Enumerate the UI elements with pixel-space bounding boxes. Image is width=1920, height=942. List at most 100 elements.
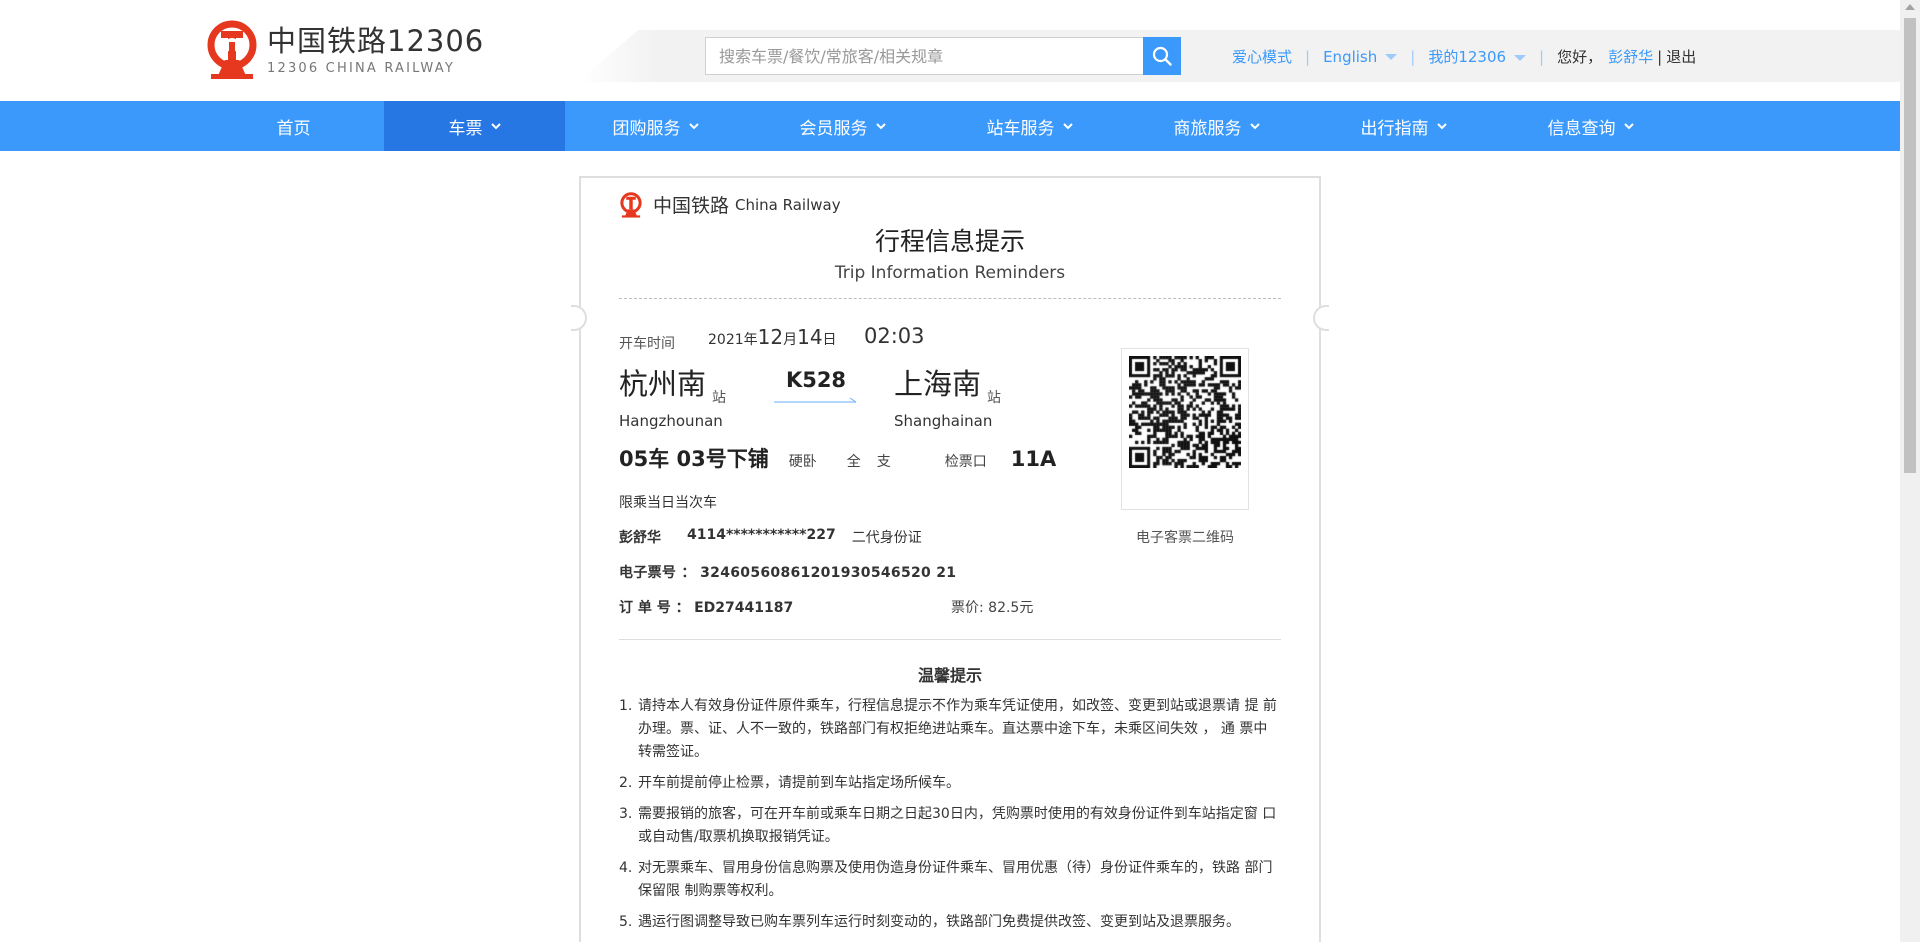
order-label: 订 单 号 ： <box>619 600 690 616</box>
ticket-brand: 中国铁路 China Railway <box>619 191 841 218</box>
site-logo[interactable]: 中国铁路12306 12306 CHINA RAILWAY <box>205 20 484 80</box>
passenger-id-type: 二代身份证 <box>851 530 922 546</box>
qr-code-image <box>1129 356 1241 468</box>
tip-item: 5. 遇运行图调整导致已购车票列车运行时刻变动的，铁路部门免费提供改签、变更到站及… <box>619 911 1283 934</box>
tip-item: 4. 对无票乘车、冒用身份信息购票及使用伪造身份证件乘车、冒用优惠（待）身份证件乘… <box>619 857 1283 903</box>
chevron-down-icon <box>688 123 699 130</box>
nav-item-business-travel[interactable]: 商旅服务 <box>1126 101 1307 151</box>
solid-divider <box>619 639 1281 640</box>
qr-code-frame <box>1121 348 1249 510</box>
nav-item-label: 首页 <box>276 118 311 139</box>
search-button[interactable] <box>1143 37 1181 75</box>
ticket-notch-right <box>1313 305 1329 331</box>
chevron-down-icon <box>490 123 501 130</box>
date-month-unit: 月 <box>783 332 798 348</box>
tip-number: 5. <box>619 914 633 930</box>
passenger-name: 彭舒华 <box>619 530 661 546</box>
fare-type-2: 支 <box>876 454 891 470</box>
from-station-pinyin: Hangzhounan <box>619 412 723 430</box>
scrollbar-thumb[interactable] <box>1904 18 1916 473</box>
gate-number: 11A <box>1010 447 1057 471</box>
price-label: 票价: <box>951 600 984 616</box>
order-number: ED27441187 <box>694 600 794 616</box>
nav-item-station-service[interactable]: 站车服务 <box>939 101 1120 151</box>
chevron-down-icon <box>1623 123 1634 130</box>
nav-item-group-service[interactable]: 团购服务 <box>565 101 746 151</box>
my12306-dropdown[interactable]: 我的12306 <box>1428 46 1527 67</box>
logo-title: 中国铁路12306 <box>267 23 485 58</box>
divider: | <box>1305 47 1311 66</box>
chevron-down-icon <box>1514 54 1527 61</box>
tips-list: 1. 请持本人有效身份证件原件乘车，行程信息提示不作为乘车凭证使用，如改签、变更到… <box>619 695 1283 942</box>
train-number: K528 <box>785 368 847 392</box>
main-nav: 首页 车票 团购服务 会员服务 站车服务 商旅服务 出行指南 信息查询 <box>0 101 1900 151</box>
order-row: 订 单 号 ： ED27441187 <box>619 597 793 617</box>
ticket-subtitle: Trip Information Reminders <box>834 263 1066 283</box>
care-mode-link[interactable]: 爱心模式 <box>1232 46 1292 67</box>
page-scrollbar[interactable] <box>1900 0 1920 942</box>
top-links: 爱心模式 | English | 我的12306 | 您好， 彭舒华 | 退出 <box>1232 46 1696 67</box>
nav-item-label: 商旅服务 <box>1173 118 1242 139</box>
greeting-text: 您好， <box>1557 48 1603 66</box>
ticket-brand-en: China Railway <box>735 195 841 214</box>
trip-info-card: 中国铁路 China Railway 行程信息提示 Trip Informati… <box>571 176 1329 942</box>
to-station: 上海南站 Shanghainan <box>894 361 1001 430</box>
chevron-down-icon <box>1249 123 1260 130</box>
tip-number: 2. <box>619 775 633 791</box>
nav-item-home[interactable]: 首页 <box>203 101 384 151</box>
limit-note: 限乘当日当次车 <box>619 495 717 511</box>
tip-number: 3. <box>619 806 633 822</box>
ticket-brand-cn: 中国铁路 <box>653 195 730 217</box>
nav-item-travel-guide[interactable]: 出行指南 <box>1313 101 1494 151</box>
divider: | <box>1539 47 1545 66</box>
qr-code-label: 电子客票二维码 <box>1136 530 1234 546</box>
nav-item-label: 会员服务 <box>799 118 868 139</box>
fare-type-1: 全 <box>846 454 861 470</box>
eticket-number: 32460560861201930546520 21 <box>700 565 957 581</box>
railway-logo-icon <box>207 20 257 79</box>
date-day-unit: 日 <box>822 332 837 348</box>
from-station-name: 杭州南 <box>619 367 707 401</box>
scroll-up-arrow-icon[interactable] <box>1905 4 1915 10</box>
nav-item-label: 站车服务 <box>986 118 1055 139</box>
to-station-name: 上海南 <box>894 367 982 401</box>
arrow-right-icon <box>774 397 857 403</box>
price-row: 票价: 82.5元 <box>951 597 1033 617</box>
tip-number: 1. <box>619 698 633 714</box>
search-input[interactable] <box>705 37 1143 75</box>
tip-text: 开车前提前停止检票，请提前到车站指定场所候车。 <box>638 775 960 791</box>
date-month: 12 <box>757 325 784 349</box>
seat-type: 硬卧 <box>788 454 817 470</box>
gate-label: 检票口 <box>944 454 987 470</box>
nav-item-label: 出行指南 <box>1360 118 1429 139</box>
chevron-down-icon <box>875 123 886 130</box>
to-station-pinyin: Shanghainan <box>894 412 993 430</box>
nav-item-label: 信息查询 <box>1547 118 1616 139</box>
price-value: 82.5元 <box>988 600 1034 616</box>
tip-text: 需要报销的旅客，可在开车前或乘车日期之日起30日内，凭购票时使用的有效身份证件到… <box>638 806 1277 845</box>
seat-info-row: 05车 03号下铺 硬卧 全 支 检票口 11A <box>619 443 1056 473</box>
nav-item-tickets[interactable]: 车票 <box>384 101 565 151</box>
logout-link[interactable]: 退出 <box>1666 46 1696 67</box>
ticket-notch-left <box>571 305 587 331</box>
tips-title: 温馨提示 <box>917 666 982 685</box>
from-station-suffix: 站 <box>712 390 727 406</box>
language-label: English <box>1323 47 1378 66</box>
username-link[interactable]: 彭舒华 <box>1608 46 1653 67</box>
nav-item-member-service[interactable]: 会员服务 <box>752 101 933 151</box>
ticket-title: 行程信息提示 <box>874 227 1025 256</box>
search-bar <box>705 37 1181 75</box>
logo-subtitle: 12306 CHINA RAILWAY <box>267 60 455 76</box>
nav-item-info-query[interactable]: 信息查询 <box>1500 101 1681 151</box>
dashed-divider <box>619 298 1281 299</box>
tip-number: 4. <box>619 860 633 876</box>
tip-text: 遇运行图调整导致已购车票列车运行时刻变动的，铁路部门免费提供改签、变更到站及退票… <box>638 914 1240 930</box>
eticket-label: 电子票号 ： <box>619 565 696 581</box>
date-year: 2021 <box>708 332 744 348</box>
divider: | <box>1657 47 1663 66</box>
tip-item: 1. 请持本人有效身份证件原件乘车，行程信息提示不作为乘车凭证使用，如改签、变更到… <box>619 695 1283 764</box>
chevron-down-icon <box>1062 123 1073 130</box>
divider: | <box>1410 47 1416 66</box>
language-dropdown[interactable]: English <box>1323 47 1398 66</box>
nav-item-label: 车票 <box>448 118 483 139</box>
